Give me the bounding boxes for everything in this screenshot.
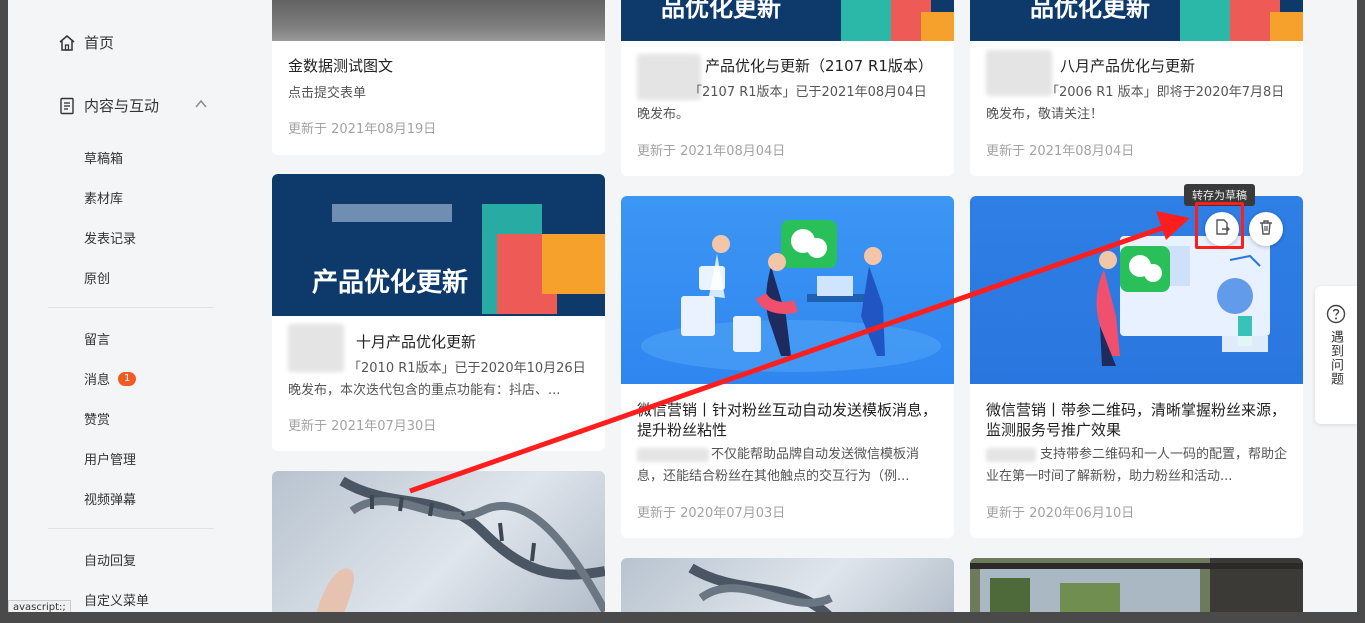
article-cover-image bbox=[621, 196, 954, 384]
home-icon bbox=[58, 34, 76, 52]
article-card[interactable]: 品优化更新 产品优化与更新（2107 R1版本） 「2107 R1版本」已于20… bbox=[621, 0, 954, 176]
nav-home-label: 首页 bbox=[84, 34, 115, 52]
article-date: 更新于 2021年08月04日 bbox=[637, 144, 786, 159]
article-card[interactable] bbox=[970, 558, 1303, 612]
article-title: 微信营销丨带参二维码，清晰掌握粉丝来源，监测服务号推广效果 bbox=[986, 401, 1287, 439]
article-cover-image bbox=[970, 558, 1303, 612]
sidebar-item-original[interactable]: 原创 bbox=[84, 268, 110, 287]
sidebar-item-messages[interactable]: 消息 1 bbox=[84, 369, 137, 388]
article-card[interactable] bbox=[621, 558, 954, 612]
sidebar-item-video-danmaku[interactable]: 视频弹幕 bbox=[84, 489, 136, 508]
banner-headline: 产品优化更新 bbox=[312, 268, 469, 298]
article-date: 更新于 2020年07月03日 bbox=[637, 506, 786, 521]
status-bar-url: avascript:; bbox=[8, 600, 71, 612]
delete-button[interactable] bbox=[1249, 212, 1283, 246]
nav-section-content[interactable]: 内容与互动 bbox=[58, 95, 208, 116]
article-title: 金数据测试图文 bbox=[288, 57, 394, 75]
article-card[interactable]: 金数据测试图文 点击提交表单 更新于 2021年08月19日 bbox=[272, 0, 605, 155]
interior-photo bbox=[970, 558, 1303, 612]
sidebar-item-user-management[interactable]: 用户管理 bbox=[84, 449, 136, 468]
article-date: 更新于 2021年08月19日 bbox=[288, 122, 437, 137]
article-cover-image bbox=[272, 0, 605, 41]
sidebar-divider bbox=[48, 307, 214, 308]
highlight-box bbox=[1195, 202, 1244, 249]
banner-headline: 品优化更新 bbox=[1030, 0, 1150, 22]
banner-headline: 品优化更新 bbox=[661, 0, 781, 22]
article-cover-image: 产品优化更新 bbox=[272, 174, 605, 316]
article-cover-image: 品优化更新 bbox=[621, 0, 954, 41]
page-frame: 首页 内容与互动 草稿箱 素材库 发表记录 原创 留言 消息 1 赞赏 用户管理… bbox=[8, 0, 1357, 612]
sidebar-item-rewards[interactable]: 赞赏 bbox=[84, 409, 110, 428]
article-date: 更新于 2021年08月04日 bbox=[986, 144, 1135, 159]
help-label: 遇到问题 bbox=[1328, 330, 1343, 386]
sidebar-item-auto-reply[interactable]: 自动回复 bbox=[84, 550, 136, 569]
article-title: 八月产品优化与更新 bbox=[1060, 57, 1196, 75]
sidebar-item-comments[interactable]: 留言 bbox=[84, 329, 110, 348]
article-desc: 点击提交表单 bbox=[288, 86, 367, 101]
article-card[interactable]: 微信营销丨带参二维码，清晰掌握粉丝来源，监测服务号推广效果 支持带参二维码和一人… bbox=[970, 196, 1303, 538]
article-desc: 「2107 R1版本」已于2021年08月04日晚发布。 bbox=[637, 85, 927, 122]
article-desc: 「2006 R1 版本」即将于2020年7月8日晚发布，敬请关注！ bbox=[986, 85, 1285, 122]
article-card[interactable]: 产品优化更新 十月产品优化更新 「2010 R1版本」已于2020年10月26日… bbox=[272, 174, 605, 451]
article-desc: 「2010 R1版本」已于2020年10月26日晚发布，本次迭代包含的重点功能有… bbox=[288, 361, 586, 398]
sidebar-item-custom-menu[interactable]: 自定义菜单 bbox=[84, 590, 149, 609]
sidebar-divider bbox=[48, 528, 214, 529]
sidebar-item-library[interactable]: 素材库 bbox=[84, 188, 123, 207]
article-title: 微信营销丨针对粉丝互动自动发送模板消息，提升粉丝粘性 bbox=[637, 401, 938, 439]
article-card[interactable]: 微信营销丨针对粉丝互动自动发送模板消息，提升粉丝粘性 不仅能帮助品牌自动发送微信… bbox=[621, 196, 954, 538]
article-title: 十月产品优化更新 bbox=[356, 333, 477, 351]
sidebar: 首页 内容与互动 草稿箱 素材库 发表记录 原创 留言 消息 1 赞赏 用户管理… bbox=[8, 0, 253, 612]
article-cover-image: 品优化更新 bbox=[970, 0, 1303, 41]
nav-section-label: 内容与互动 bbox=[84, 97, 160, 115]
dna-helix-illustration bbox=[688, 563, 833, 612]
wechat-marketing-illustration bbox=[641, 220, 941, 372]
article-desc: 不仅能帮助品牌自动发送微信模板消息，还能结合粉丝在其他触点的交互行为（例... bbox=[637, 447, 920, 484]
help-widget[interactable]: 遇到问题 bbox=[1315, 286, 1357, 424]
article-cover-image bbox=[272, 471, 605, 612]
question-circle-icon bbox=[1326, 304, 1346, 328]
sidebar-item-drafts[interactable]: 草稿箱 bbox=[84, 148, 123, 167]
article-desc: 支持带参二维码和一人一码的配置，帮助企业在第一时间了解新粉，助力粉丝和活动... bbox=[986, 447, 1288, 484]
nav-home[interactable]: 首页 bbox=[58, 32, 114, 53]
article-date: 更新于 2020年06月10日 bbox=[986, 506, 1135, 521]
article-cover-image bbox=[621, 558, 954, 612]
article-date: 更新于 2021年07月30日 bbox=[288, 419, 437, 434]
document-icon bbox=[58, 97, 76, 115]
message-count-badge: 1 bbox=[118, 371, 137, 386]
sidebar-item-publish-records[interactable]: 发表记录 bbox=[84, 228, 136, 247]
article-title: 产品优化与更新（2107 R1版本） bbox=[705, 57, 933, 75]
trash-icon bbox=[1257, 218, 1275, 240]
dna-helix-illustration bbox=[316, 476, 605, 612]
article-card[interactable]: 品优化更新 八月产品优化与更新 「2006 R1 版本」即将于2020年7月8日… bbox=[970, 0, 1303, 176]
chevron-up-icon[interactable] bbox=[194, 97, 208, 111]
article-card[interactable] bbox=[272, 471, 605, 612]
